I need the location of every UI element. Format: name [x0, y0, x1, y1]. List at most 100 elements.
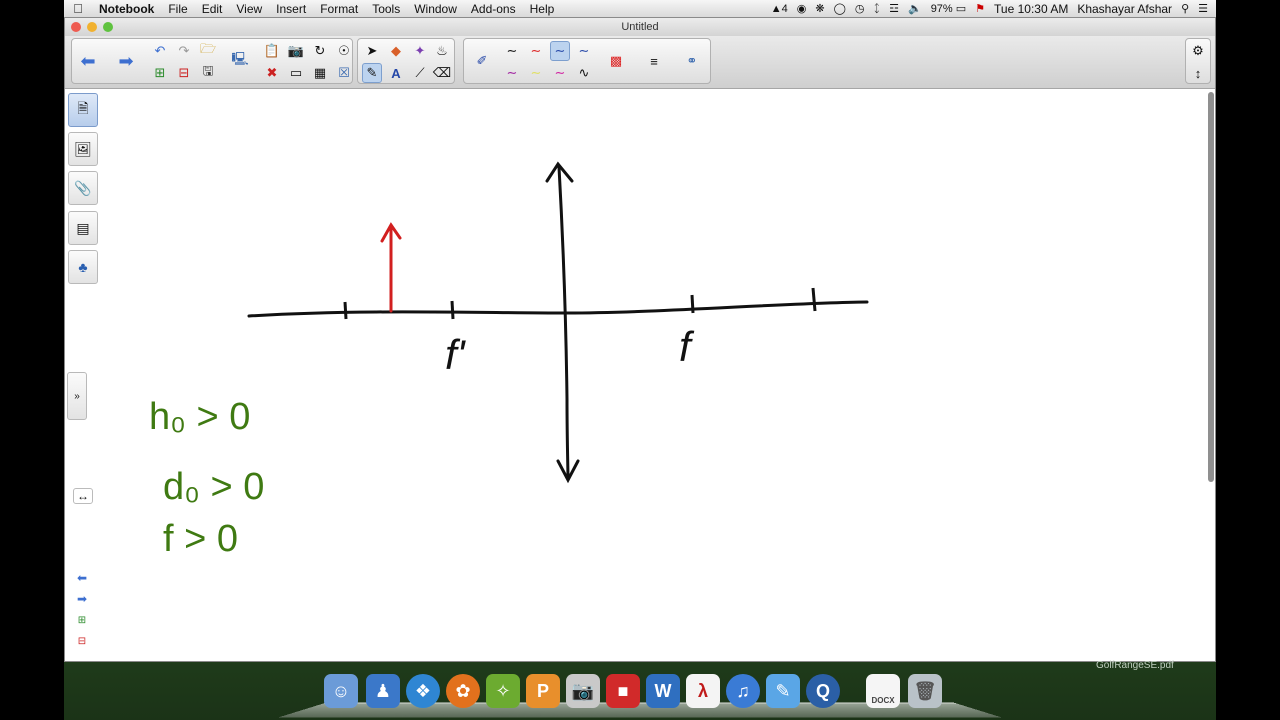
delete-page-icon[interactable]: ⊟	[174, 63, 194, 83]
add-page-icon[interactable]: ⊞	[150, 63, 170, 83]
sketchup-icon[interactable]: ■	[606, 674, 640, 708]
menu-view[interactable]: View	[229, 2, 269, 16]
pen-style-dashed-icon[interactable]: ∿	[574, 63, 594, 83]
open-folder-icon[interactable]: 🗁	[198, 41, 218, 61]
pen-style-black-icon[interactable]: ∼	[502, 41, 522, 61]
adobe-updates-icon[interactable]: ▲4	[771, 3, 788, 15]
user-name[interactable]: Khashayar Afshar	[1077, 2, 1172, 16]
menu-app-name[interactable]: Notebook	[92, 2, 161, 16]
quicktime-icon[interactable]: Q	[806, 674, 840, 708]
menu-tools[interactable]: Tools	[365, 2, 407, 16]
next-page-arrow-icon[interactable]: ➡	[116, 51, 136, 71]
menu-help[interactable]: Help	[523, 2, 562, 16]
vertical-scrollbar[interactable]	[1208, 92, 1214, 482]
menu-window[interactable]: Window	[407, 2, 464, 16]
table-icon[interactable]: ▦	[310, 63, 330, 83]
input-flag-icon[interactable]: ⚑	[975, 2, 985, 15]
safari-icon[interactable]: ❖	[406, 674, 440, 708]
time-machine-icon[interactable]: ◷	[855, 2, 865, 15]
menu-insert[interactable]: Insert	[269, 2, 313, 16]
word-icon[interactable]: W	[646, 674, 680, 708]
sidebar-add-page-icon[interactable]: ⊞	[73, 613, 91, 627]
move-sidebar-icon[interactable]: ↔	[73, 488, 93, 504]
clock[interactable]: Tue 10:30 AM	[994, 2, 1068, 16]
toolbar-position-icon[interactable]: ↕	[1188, 63, 1208, 83]
toolbar-group-page: ⬅ ➡ ↶ ↷ 🗁 ⊞ ⊟ 🖫 🖳 📋 📷 ↻ ☉ ✖ ▭ ▦ ☒	[71, 38, 353, 84]
menu-addons[interactable]: Add-ons	[464, 2, 523, 16]
gallery-tab[interactable]: 🖼	[68, 132, 98, 166]
minimize-window-button[interactable]	[87, 22, 97, 32]
finder-icon[interactable]: ☺	[324, 674, 358, 708]
pens-tool-icon[interactable]: ✎	[362, 63, 382, 83]
window-title: Untitled	[621, 21, 659, 33]
magic-pen-icon[interactable]: ✦	[410, 41, 430, 61]
zoom-window-button[interactable]	[103, 22, 113, 32]
contacts-icon[interactable]: ♟	[366, 674, 400, 708]
undo-icon[interactable]: ↶	[150, 41, 170, 61]
notifications-icon[interactable]: ☰	[1198, 2, 1208, 15]
pen-style-blue-thin-icon[interactable]: ∼	[574, 41, 594, 61]
bluetooth-icon[interactable]: ᛨ	[874, 3, 881, 15]
screen-shade-icon[interactable]: ▭	[286, 63, 306, 83]
condition-object-distance: d₀ > 0	[163, 466, 264, 508]
firefox-icon[interactable]: ✿	[446, 674, 480, 708]
redo-icon[interactable]: ↷	[174, 41, 194, 61]
save-icon[interactable]: 🖫	[198, 63, 218, 83]
line-tool-icon[interactable]: ⟋	[410, 63, 430, 83]
attachments-tab[interactable]: 📎	[68, 171, 98, 205]
close-square-icon[interactable]: ☒	[334, 63, 354, 83]
refresh-icon[interactable]: ↻	[310, 41, 330, 61]
menu-edit[interactable]: Edit	[195, 2, 230, 16]
delete-icon[interactable]: ✖	[262, 63, 282, 83]
addons-tab[interactable]: ♣	[68, 250, 98, 284]
apple-menu-icon[interactable]: 	[64, 1, 92, 16]
acrobat-icon[interactable]: λ	[686, 674, 720, 708]
volume-icon[interactable]: 🔈	[908, 2, 922, 15]
spotlight-search-icon[interactable]: ⚲	[1181, 2, 1189, 15]
textedit-icon[interactable]: ✎	[766, 674, 800, 708]
desktop-file-label[interactable]: GolfRangeSE.pdf	[1096, 660, 1174, 671]
properties-tab[interactable]: ▤	[68, 211, 98, 245]
trash-icon[interactable]: 🗑	[908, 674, 942, 708]
gear-icon[interactable]: ⚙	[1188, 41, 1208, 61]
menu-format[interactable]: Format	[313, 2, 365, 16]
display-icon[interactable]: 🖳	[230, 51, 250, 71]
app-icon[interactable]: P	[526, 674, 560, 708]
document-icon[interactable]: DOCX	[866, 674, 900, 708]
screen-status-icon[interactable]: ◯	[834, 2, 846, 15]
transparency-icon[interactable]: ⚭	[682, 51, 702, 71]
menu-file[interactable]: File	[161, 2, 194, 16]
select-pointer-icon[interactable]: ➤	[362, 41, 382, 61]
fill-icon[interactable]: ♨	[432, 41, 452, 61]
screen-capture-icon[interactable]: 📷	[286, 41, 306, 61]
itunes-icon[interactable]: ♫	[726, 674, 760, 708]
eraser-icon[interactable]: ⌫	[432, 63, 452, 83]
sidebar-delete-page-icon[interactable]: ⊟	[73, 634, 91, 648]
sidebar-next-arrow-icon[interactable]: ➡	[73, 592, 91, 606]
color-palette-icon[interactable]: ▩	[606, 51, 626, 71]
previous-page-arrow-icon[interactable]: ⬅	[78, 51, 98, 71]
paste-icon[interactable]: 📋	[262, 41, 282, 61]
text-tool-icon[interactable]: A	[386, 63, 406, 83]
app-icon[interactable]: ✧	[486, 674, 520, 708]
page-sorter-tab[interactable]: 🗎	[68, 93, 98, 127]
settings-status-icon[interactable]: ❋	[815, 2, 824, 15]
whiteboard-canvas[interactable]: f' f h₀ > 0 d₀ > 0 f > 0	[101, 89, 1207, 661]
close-window-button[interactable]	[71, 22, 81, 32]
globe-icon[interactable]: ☉	[334, 41, 354, 61]
pen-icon[interactable]: ✐	[472, 51, 492, 71]
preview-icon[interactable]: 📷	[566, 674, 600, 708]
battery-status[interactable]: 97% ▭	[931, 2, 966, 15]
shapes-icon[interactable]: ◆	[386, 41, 406, 61]
pen-style-purple-icon[interactable]: ∼	[502, 63, 522, 83]
collapse-handle[interactable]: »	[67, 372, 87, 420]
notebook-window: Untitled ⬅ ➡ ↶ ↷ 🗁 ⊞ ⊟ 🖫 🖳 📋 📷 ↻ ☉ ✖ ▭ ▦	[64, 17, 1216, 662]
pen-style-red-icon[interactable]: ∼	[526, 41, 546, 61]
wifi-icon[interactable]: ☲	[889, 2, 899, 15]
sidebar-previous-arrow-icon[interactable]: ⬅	[73, 571, 91, 585]
pen-style-yellow-icon[interactable]: ∼	[526, 63, 546, 83]
record-icon[interactable]: ◉	[797, 2, 807, 15]
pen-style-magenta-icon[interactable]: ∼	[550, 63, 570, 83]
pen-style-blue-icon[interactable]: ∼	[550, 41, 570, 61]
line-width-icon[interactable]: ≡	[644, 51, 664, 71]
